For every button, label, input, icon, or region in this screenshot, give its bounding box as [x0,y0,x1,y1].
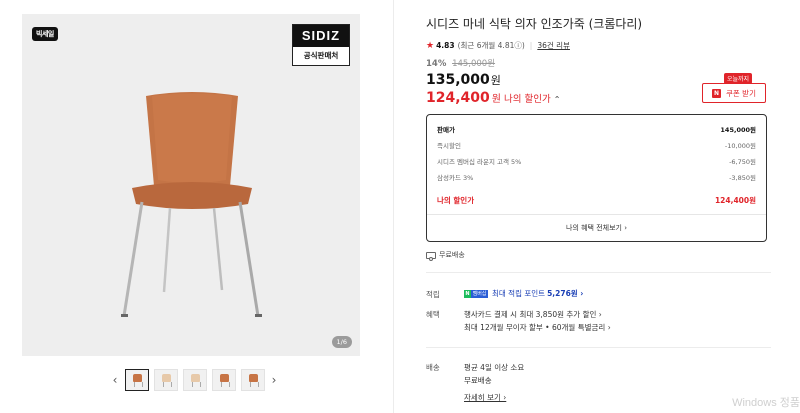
benefit-label: 혜택 [426,310,440,319]
breakdown-row: 삼성카드 3% -3,850원 [437,174,756,182]
rating-row: ★ 4.83 (최근 6개월 4.81ⓘ) | 36건 리뷰 [426,40,570,51]
delivery-detail-link[interactable]: 자세히 보기 › [464,392,506,403]
divider [427,214,766,215]
thumbnail-strip: ‹ › [108,367,281,393]
truck-icon [426,251,436,261]
delivery-time: 평균 4일 이상 소요 [464,363,525,372]
points-link[interactable]: N 멤버십 최대 적립 포인트 5,276원 › [464,288,583,299]
rating-recent: (최근 6개월 4.81ⓘ) [457,41,525,50]
my-price-label: 나의 할인가 [503,94,551,105]
discount-line: 14% 145,000원 [426,57,495,69]
coupon-icon: N [712,88,721,98]
chevron-up-icon[interactable]: ⌃ [554,95,561,104]
coupon-label: 쿠폰 받기 [726,88,756,98]
chair-product-image [121,92,262,317]
points-text: 최대 적립 포인트 [492,289,546,298]
star-icon: ★ [426,40,435,51]
points-value: 5,276원 › [547,289,584,298]
thumb-prev-icon[interactable]: ‹ [108,373,122,387]
brand-badge-name: SIDIZ [293,25,349,47]
thumb-next-icon[interactable]: › [267,373,281,387]
brand-badge-sub: 공식판매처 [303,51,339,60]
view-all-benefits-link[interactable]: 나의 혜택 전체보기 › [427,223,766,233]
divider [393,0,394,413]
card-discount-link[interactable]: 행사카드 결제 시 최대 3,850원 추가 할인 › [464,309,602,320]
coupon-button[interactable]: N 쿠폰 받기 [702,83,766,103]
discount-percent: 14% [426,59,447,69]
divider [426,347,771,348]
my-price-unit: 원 [491,94,501,105]
npay-membership-icon: N 멤버십 [464,289,488,298]
image-counter: 1/6 [331,336,352,348]
my-price: 124,400 원 나의 할인가 ⌃ [426,90,560,106]
installment-link[interactable]: 최대 12개월 무이자 할부 • 60개월 특별금리 › [464,322,611,333]
sale-badge: 빅세일 [32,27,58,41]
delivery-label: 배송 [426,363,440,372]
product-image-panel[interactable]: 빅세일 SIDIZ 공식판매처 1/6 [22,14,360,356]
free-shipping-label: 무료배송 [439,251,465,259]
price-breakdown: 판매가 145,000원 즉시할인 -10,000원 시디즈 멤버십 라운지 고… [426,114,767,242]
thumbnail-4[interactable] [211,369,236,391]
free-shipping: 무료배송 [426,250,465,261]
my-price-value: 124,400 [426,90,490,106]
thumbnail-1[interactable] [124,369,149,391]
thumbnail-3[interactable] [182,369,207,391]
sale-price-value: 135,000 [426,72,490,88]
breakdown-row: 즉시할인 -10,000원 [437,142,756,150]
breakdown-row: 판매가 145,000원 [437,126,756,134]
sale-price: 135,000원 [426,72,501,88]
divider [426,272,771,273]
brand-badge: SIDIZ 공식판매처 [292,24,350,66]
review-count-link[interactable]: 36건 리뷰 [537,40,570,51]
points-label: 적립 [426,290,440,299]
original-price: 145,000원 [452,59,496,69]
thumbnail-5[interactable] [240,369,265,391]
rating-score: 4.83 [436,41,455,50]
breakdown-my-price-row: 나의 할인가 124,400원 [437,196,756,205]
sale-price-unit: 원 [490,74,501,87]
os-watermark: Windows 정품 [732,397,800,409]
thumbnail-2[interactable] [153,369,178,391]
breakdown-row: 시디즈 멤버십 라운지 고객 5% -6,750원 [437,158,756,166]
product-title: 시디즈 마네 식탁 의자 인조가죽 (크롬다리) [426,17,643,31]
delivery-fee: 무료배송 [464,376,492,385]
